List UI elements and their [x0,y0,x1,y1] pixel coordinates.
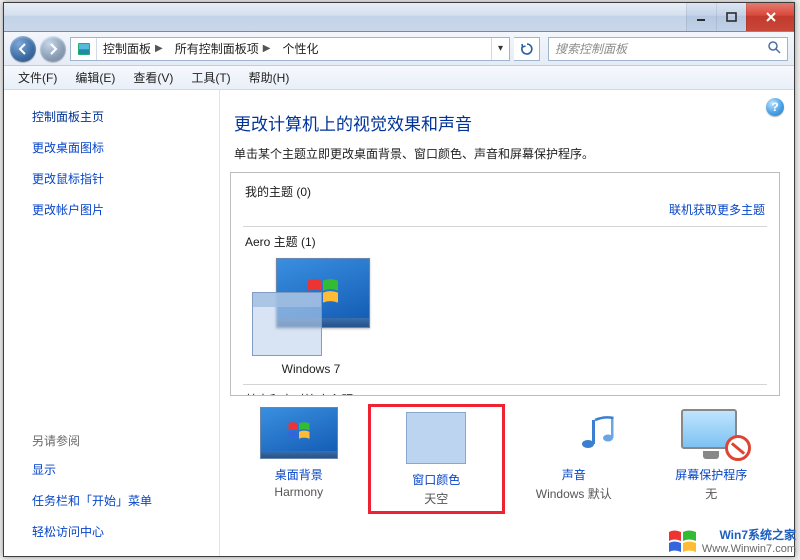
back-button[interactable] [10,36,36,62]
window-color-item[interactable]: 窗口颜色 天空 [368,404,506,514]
nav-row: 控制面板 ▶ 所有控制面板项 ▶ 个性化 ▾ 搜索控制面板 [4,32,794,66]
forbidden-icon [725,435,751,461]
titlebar-spacer [4,3,686,31]
crumb-1-label: 所有控制面板项 [175,40,259,57]
sound-label: 声音 [505,466,643,483]
sidebar-heading: 控制面板主页 [32,108,211,125]
menubar: 文件(F) 编辑(E) 查看(V) 工具(T) 帮助(H) [4,66,794,90]
body: 控制面板主页 更改桌面图标 更改鼠标指针 更改帐户图片 另请参阅 显示 任务栏和… [4,90,794,556]
chevron-right-icon: ▶ [155,43,163,54]
menu-file[interactable]: 文件(F) [10,67,65,88]
sidebar: 控制面板主页 更改桌面图标 更改鼠标指针 更改帐户图片 另请参阅 显示 任务栏和… [4,90,220,556]
search-placeholder: 搜索控制面板 [555,40,627,57]
screensaver-item[interactable]: 屏幕保护程序 无 [643,404,781,502]
watermark-line2: Www.Winwin7.com [702,543,796,556]
help-icon[interactable]: ? [766,98,784,116]
crumb-2[interactable]: 个性化 [276,38,324,60]
address-dropdown-icon[interactable]: ▾ [491,38,509,60]
see-also-ease-of-access[interactable]: 轻松访问中心 [32,523,211,540]
see-also-display[interactable]: 显示 [32,461,211,478]
search-icon [767,40,781,57]
theme-item-windows7[interactable]: Windows 7 [245,258,377,376]
sound-item[interactable]: 声音 Windows 默认 [505,404,643,502]
see-also-taskbar[interactable]: 任务栏和「开始」菜单 [32,492,211,509]
crumb-2-label: 个性化 [282,40,318,57]
watermark-line1: Win7系统之家 [704,528,796,542]
bottom-links-row: 桌面背景 Harmony 窗口颜色 天空 声音 Windows 默认 [230,404,780,514]
theme-label: Windows 7 [245,362,377,376]
search-input[interactable]: 搜索控制面板 [548,37,788,61]
sidebar-link-mouse-pointers[interactable]: 更改鼠标指针 [32,170,211,187]
menu-help[interactable]: 帮助(H) [241,67,298,88]
titlebar [4,3,794,32]
control-panel-icon [71,38,97,60]
chevron-right-icon: ▶ [263,43,271,54]
see-also-heading: 另请参阅 [32,432,211,449]
window-color-label: 窗口颜色 [371,471,503,488]
desktop-background-item[interactable]: 桌面背景 Harmony [230,404,368,499]
close-button[interactable] [746,3,794,31]
menu-edit[interactable]: 编辑(E) [67,67,123,88]
section-basic-themes: 基本和高对比度主题 (2) [245,391,767,396]
minimize-button[interactable] [686,3,716,31]
desktop-background-label: 桌面背景 [230,466,368,483]
desktop-background-value: Harmony [230,485,368,499]
screensaver-label: 屏幕保护程序 [643,466,781,483]
sidebar-link-desktop-icons[interactable]: 更改桌面图标 [32,139,211,156]
window: 控制面板 ▶ 所有控制面板项 ▶ 个性化 ▾ 搜索控制面板 文件(F) 编辑(E) … [3,2,795,557]
desktop-background-thumb [260,407,338,459]
screensaver-value: 无 [643,485,781,502]
refresh-button[interactable] [514,37,540,61]
page-title: 更改计算机上的视觉效果和声音 [234,110,780,135]
breadcrumb[interactable]: 控制面板 ▶ 所有控制面板项 ▶ 个性化 ▾ [70,37,510,61]
divider [243,384,767,385]
menu-view[interactable]: 查看(V) [125,67,181,88]
get-more-themes-link[interactable]: 联机获取更多主题 [669,201,765,218]
menu-tools[interactable]: 工具(T) [183,67,238,88]
maximize-button[interactable] [716,3,746,31]
window-color-thumb [406,412,466,464]
screensaver-thumb [675,407,747,459]
watermark: Win7系统之家 Www.Winwin7.com [668,528,796,556]
sound-value: Windows 默认 [505,485,643,502]
section-my-themes: 我的主题 (0) [245,183,767,200]
themes-listbox[interactable]: 我的主题 (0) 联机获取更多主题 Aero 主题 (1) [230,172,780,396]
window-color-value: 天空 [371,490,503,507]
theme-thumbnail [252,258,370,356]
sound-thumb [547,412,601,454]
windows-flag-icon [287,421,311,441]
section-aero-themes: Aero 主题 (1) [245,233,767,250]
page-subtitle: 单击某个主题立即更改桌面背景、窗口颜色、声音和屏幕保护程序。 [234,145,780,162]
divider [243,226,767,227]
forward-button[interactable] [40,36,66,62]
windows-flag-icon [668,529,698,555]
crumb-0-label: 控制面板 [103,40,151,57]
crumb-1[interactable]: 所有控制面板项 ▶ [169,38,277,60]
sidebar-link-account-picture[interactable]: 更改帐户图片 [32,201,211,218]
main-content: ? 更改计算机上的视觉效果和声音 单击某个主题立即更改桌面背景、窗口颜色、声音和… [220,90,794,556]
crumb-0[interactable]: 控制面板 ▶ [97,38,169,60]
